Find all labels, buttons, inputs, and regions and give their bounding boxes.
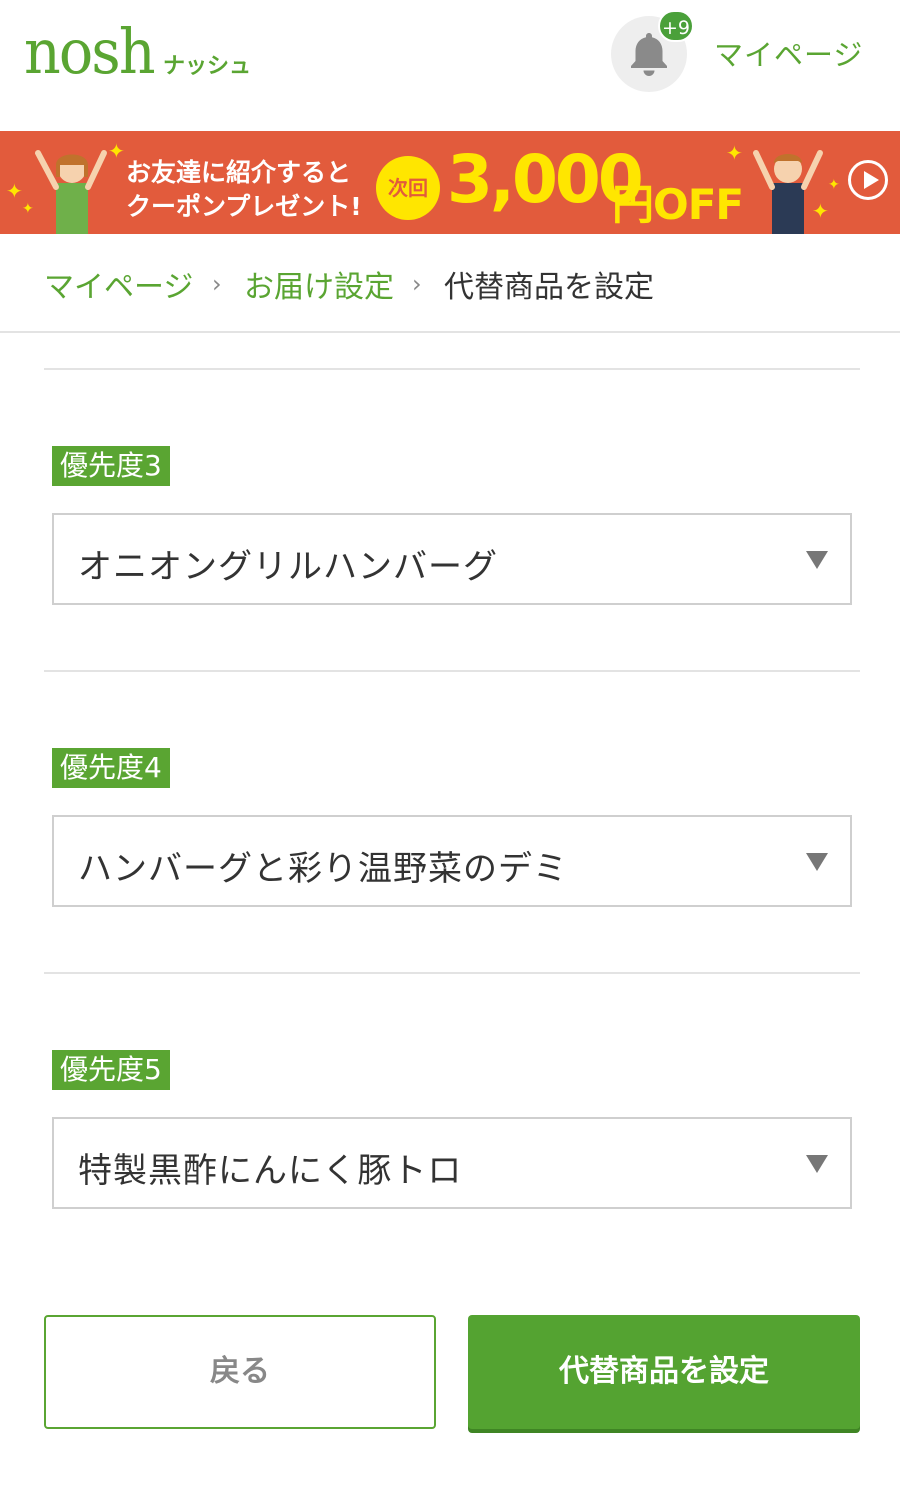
sparkle-icon: ✦ [6, 179, 23, 203]
divider [44, 972, 860, 974]
chevron-right-icon: › [212, 270, 222, 298]
notification-count-badge: +9 [658, 10, 694, 42]
divider [44, 670, 860, 672]
priority-label: 優先度3 [52, 446, 170, 486]
banner-next-badge: 次回 [376, 156, 440, 220]
breadcrumb-delivery-settings[interactable]: お届け設定 [244, 262, 394, 306]
dropdown-arrow-icon [806, 853, 828, 871]
sparkle-icon: ✦ [828, 177, 840, 193]
breadcrumb: マイページ › お届け設定 › 代替商品を設定 [0, 234, 900, 333]
divider [44, 368, 860, 370]
priority-select[interactable]: オニオングリルハンバーグ [52, 513, 852, 605]
priority-label: 優先度5 [52, 1050, 170, 1090]
banner-line2: クーポンプレゼント! [126, 192, 362, 221]
logo[interactable]: nosh ナッシュ [24, 15, 252, 88]
dropdown-arrow-icon [806, 1155, 828, 1173]
dropdown-arrow-icon [806, 551, 828, 569]
woman-illustration-icon [35, 150, 107, 234]
priority-select[interactable]: 特製黒酢にんにく豚トロ [52, 1117, 852, 1209]
mypage-link[interactable]: マイページ [714, 32, 863, 74]
logo-subtext: ナッシュ [163, 54, 252, 79]
back-button[interactable]: 戻る [44, 1315, 436, 1429]
breadcrumb-current: 代替商品を設定 [444, 270, 654, 305]
sparkle-icon: ✦ [726, 141, 743, 165]
banner-line1: お友達に紹介すると [126, 158, 352, 187]
priority-select[interactable]: ハンバーグと彩り温野菜のデミ [52, 815, 852, 907]
logo-text: nosh [24, 15, 156, 88]
select-value: 特製黒酢にんにく豚トロ [78, 1151, 463, 1191]
site-header: nosh ナッシュ +9 マイページ [0, 0, 900, 131]
referral-banner[interactable]: ✦ ✦ ✦ お友達に紹介すると クーポンプレゼント! 次回 3,000 円OFF… [0, 131, 900, 234]
play-icon[interactable] [848, 160, 888, 200]
chevron-right-icon: › [412, 270, 422, 298]
man-illustration-icon [753, 150, 823, 234]
breadcrumb-mypage[interactable]: マイページ [44, 262, 193, 306]
set-substitute-button[interactable]: 代替商品を設定 [468, 1315, 860, 1429]
banner-off-label: 円OFF [612, 180, 744, 229]
priority-label: 優先度4 [52, 748, 170, 788]
select-value: ハンバーグと彩り温野菜のデミ [78, 849, 568, 889]
select-value: オニオングリルハンバーグ [78, 547, 498, 587]
